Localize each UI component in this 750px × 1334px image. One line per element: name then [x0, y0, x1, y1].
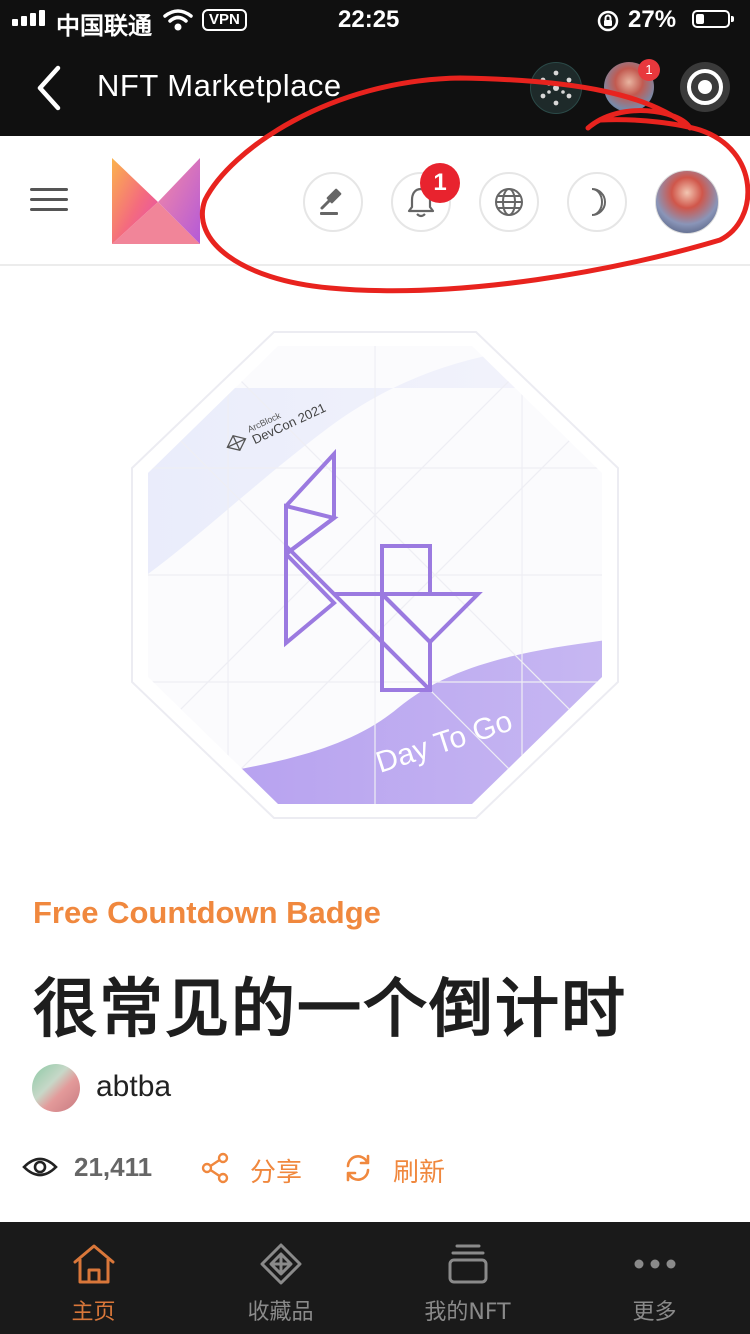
- refresh-icon[interactable]: [342, 1152, 374, 1184]
- logo[interactable]: [112, 158, 202, 244]
- wifi-icon: [163, 9, 193, 31]
- network-icon[interactable]: [530, 62, 582, 114]
- moon-icon[interactable]: [567, 172, 627, 232]
- bottom-tab-bar: 主页 收藏品 我的NFT 更多: [0, 1222, 750, 1334]
- battery-percent: 27%: [628, 6, 677, 33]
- home-icon: [73, 1244, 114, 1284]
- nft-badge-image[interactable]: ArcBlock DevCon 2021 Day To Go: [128, 328, 622, 822]
- tab-more[interactable]: 更多: [561, 1222, 748, 1334]
- owner-avatar[interactable]: [32, 1064, 80, 1112]
- app-bar: NFT Marketplace 1: [0, 40, 750, 136]
- app-title: NFT Marketplace: [97, 68, 342, 103]
- stats-row: 21,411 分享 刷新: [22, 1148, 742, 1192]
- vpn-badge: VPN: [202, 9, 247, 31]
- tab-collections[interactable]: 收藏品: [187, 1222, 374, 1334]
- tab-home[interactable]: 主页: [0, 1222, 187, 1334]
- collection-icon: [260, 1243, 301, 1285]
- refresh-button[interactable]: 刷新: [393, 1152, 445, 1189]
- notification-badge: 1: [420, 163, 460, 203]
- avatar-badge: 1: [638, 59, 660, 81]
- owner-name[interactable]: abtba: [96, 1070, 171, 1104]
- tab-label: 主页: [71, 1300, 116, 1325]
- tab-label: 收藏品: [247, 1300, 314, 1325]
- battery-icon: [692, 10, 734, 28]
- rotation-lock-icon: [597, 10, 619, 32]
- tab-label: 我的NFT: [424, 1300, 511, 1325]
- share-icon[interactable]: [200, 1152, 230, 1184]
- avatar[interactable]: [655, 170, 719, 234]
- collection-name[interactable]: Free Countdown Badge: [33, 895, 381, 931]
- auction-gavel-icon[interactable]: [303, 172, 363, 232]
- status-bar: 中国联通 VPN 22:25 27%: [0, 0, 750, 40]
- carrier-name: 中国联通: [56, 12, 152, 40]
- nft-title: 很常见的一个倒计时: [33, 973, 627, 1047]
- stack-icon: [448, 1244, 487, 1284]
- globe-icon[interactable]: [479, 172, 539, 232]
- back-arrow-icon[interactable]: [30, 62, 70, 114]
- tab-label: 更多: [632, 1300, 677, 1325]
- menu-icon[interactable]: [30, 188, 68, 212]
- share-button[interactable]: 分享: [250, 1152, 302, 1189]
- signal-icon: [12, 10, 45, 26]
- view-count: 21,411: [74, 1152, 153, 1182]
- eye-icon: [22, 1157, 58, 1177]
- more-icon: [634, 1259, 675, 1269]
- clock: 22:25: [338, 6, 400, 33]
- tab-my-nft[interactable]: 我的NFT: [374, 1222, 561, 1334]
- site-header: [0, 136, 750, 266]
- record-icon[interactable]: [680, 62, 730, 112]
